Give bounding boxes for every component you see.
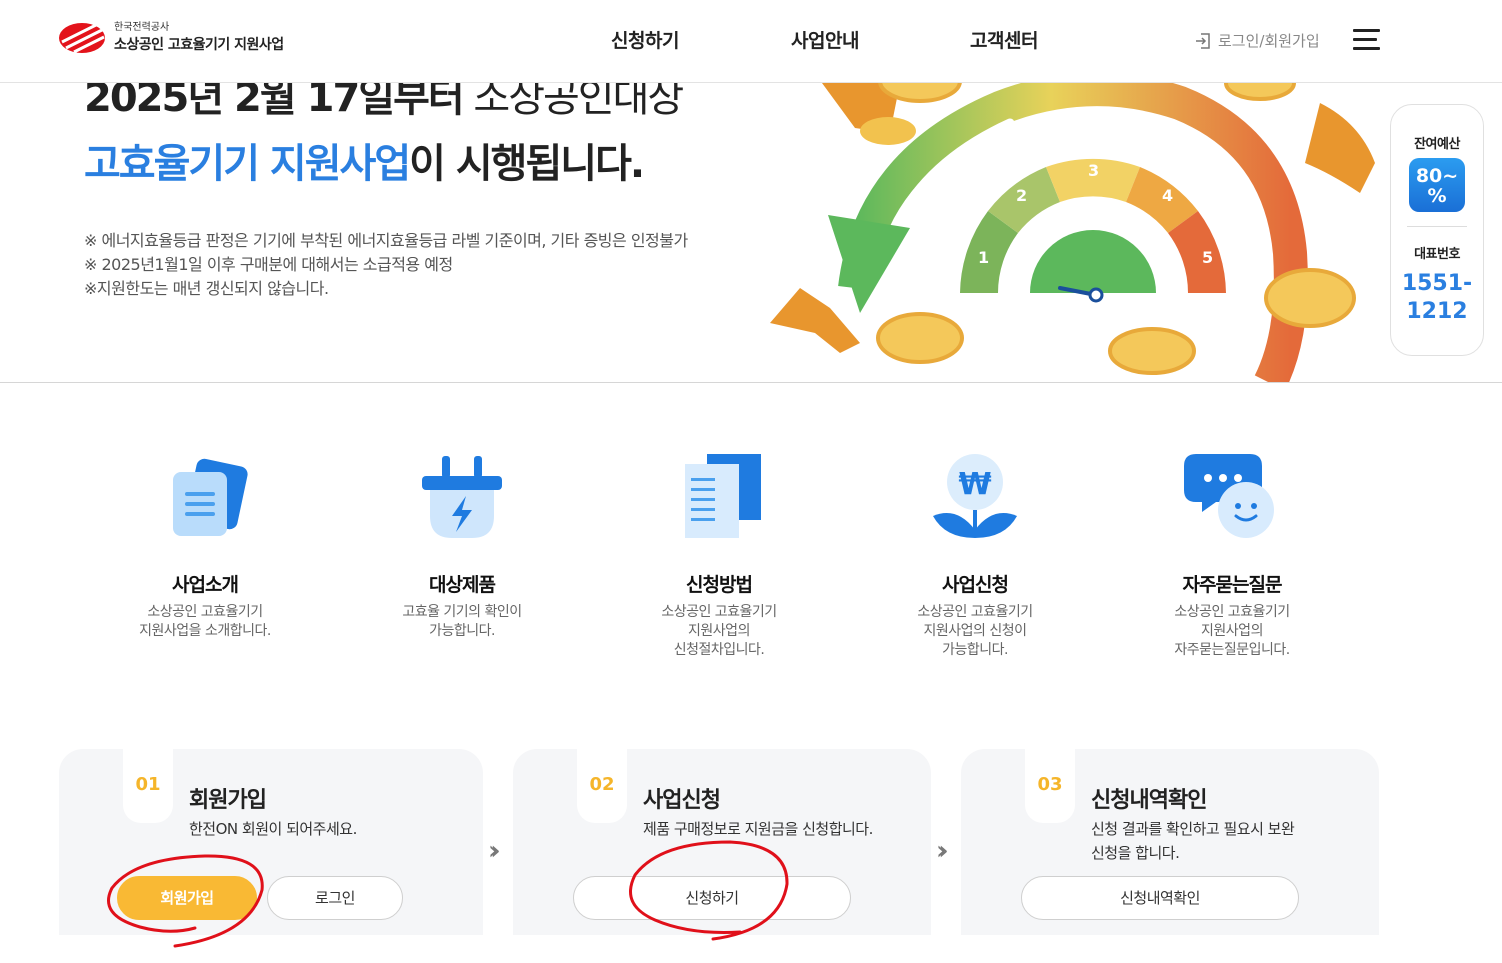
- remaining-budget-badge: 80~ %: [1409, 158, 1465, 212]
- hero-note: ※지원한도는 매년 갱신되지 않습니다.: [84, 279, 329, 298]
- gauge-number: 4: [1162, 186, 1173, 205]
- login-button[interactable]: 로그인: [267, 876, 403, 920]
- nav-business-info[interactable]: 사업안내: [791, 26, 859, 53]
- quick-menu-desc: 고효율 기기의 확인이 가능합니다.: [402, 604, 522, 639]
- hero-notes: ※ 에너지효율등급 판정은 기기에 부착된 에너지효율등급 라벨 기준이며, 기…: [84, 229, 688, 301]
- document-icon: [155, 450, 255, 550]
- login-icon: [1196, 32, 1210, 49]
- quick-menu-target-products[interactable]: 대상제품 고효율 기기의 확인이 가능합니다.: [362, 450, 562, 641]
- menu-hamburger-icon[interactable]: [1353, 29, 1380, 50]
- plug-icon: [412, 450, 512, 550]
- remaining-budget-label: 잔여예산: [1414, 137, 1460, 152]
- quick-menu-business-intro[interactable]: 사업소개 소상공인 고효율기기 지원사업을 소개합니다.: [105, 450, 305, 641]
- gauge-number: 2: [1016, 186, 1027, 205]
- guide-document-icon: [669, 450, 769, 550]
- hero-note: ※ 2025년1월1일 이후 구매분에 대해서는 소급적용 예정: [84, 255, 453, 274]
- login-signup-link[interactable]: 로그인/회원가입: [1194, 30, 1320, 51]
- step-card-check-history: 03 신청내역확인 신청 결과를 확인하고 필요시 보완 신청을 합니다. 신청…: [961, 749, 1379, 935]
- step-title: 신청내역확인: [1091, 788, 1207, 813]
- quick-menu-desc: 소상공인 고효율기기 지원사업의 신청이 가능합니다.: [917, 604, 1033, 658]
- quick-menu-desc: 소상공인 고효율기기 지원사업의 신청절차입니다.: [661, 604, 777, 658]
- step-card-signup: 01 회원가입 한전ON 회원이 되어주세요. 회원가입 로그인: [59, 749, 483, 935]
- quick-menu-faq[interactable]: 자주묻는질문 소상공인 고효율기기 지원사업의 자주묻는질문입니다.: [1132, 450, 1332, 660]
- chevron-double-right-icon: ››: [936, 836, 948, 866]
- step-number: 02: [577, 749, 627, 823]
- chevron-double-right-icon: ››: [488, 836, 500, 866]
- won-sprout-icon: ₩: [925, 450, 1025, 550]
- hero-headline-line2: 고효율기기 지원사업이 시행됩니다.: [84, 141, 645, 187]
- quick-menu-title: 사업신청: [942, 574, 1009, 596]
- chat-bubble-icon: [1182, 450, 1282, 550]
- apply-button[interactable]: 신청하기: [573, 876, 851, 920]
- quick-menu-title: 자주묻는질문: [1182, 574, 1283, 596]
- quick-menu-title: 대상제품: [429, 574, 496, 596]
- step-card-apply: 02 사업신청 제품 구매정보로 지원금을 신청합니다. 신청하기: [513, 749, 931, 935]
- phone-number[interactable]: 1551- 1212: [1391, 270, 1483, 326]
- kepco-logo[interactable]: 한국전력공사 소상공인 고효율기기 지원사업: [58, 22, 284, 54]
- quick-menu-desc: 소상공인 고효율기기 지원사업을 소개합니다.: [139, 604, 271, 639]
- login-signup-label: 로그인/회원가입: [1218, 32, 1320, 50]
- quick-menu-title: 신청방법: [686, 574, 753, 596]
- signup-button[interactable]: 회원가입: [117, 876, 257, 920]
- kepco-logo-icon: [59, 22, 105, 54]
- efficiency-gauge-illustration: 1 2 3 4 5: [770, 83, 1375, 382]
- quick-menu-title: 사업소개: [172, 574, 239, 596]
- svg-text:₩: ₩: [958, 467, 991, 502]
- side-widget-divider: [1407, 226, 1467, 227]
- logo-company-name: 한국전력공사: [114, 22, 170, 33]
- gauge-number: 3: [1088, 161, 1099, 180]
- step-desc: 제품 구매정보로 지원금을 신청합니다.: [643, 820, 873, 838]
- site-header: 한국전력공사 소상공인 고효율기기 지원사업 신청하기 사업안내 고객센터 로그…: [0, 0, 1502, 83]
- gauge-number: 5: [1202, 248, 1213, 267]
- step-title: 사업신청: [643, 788, 721, 813]
- nav-apply[interactable]: 신청하기: [611, 26, 679, 53]
- nav-customer-center[interactable]: 고객센터: [970, 26, 1038, 53]
- hero-headline-line1: 2025년 2월 17일부터 소상공인대상: [84, 83, 684, 121]
- check-history-button[interactable]: 신청내역확인: [1021, 876, 1299, 920]
- step-number: 01: [123, 749, 173, 823]
- step-number: 03: [1025, 749, 1075, 823]
- hero-banner: 2025년 2월 17일부터 소상공인대상 고효율기기 지원사업이 시행됩니다.…: [0, 83, 1502, 383]
- gauge-number: 1: [978, 248, 989, 267]
- hero-note: ※ 에너지효율등급 판정은 기기에 부착된 에너지효율등급 라벨 기준이며, 기…: [84, 231, 688, 250]
- quick-menu-apply-business[interactable]: ₩ 사업신청 소상공인 고효율기기 지원사업의 신청이 가능합니다.: [875, 450, 1075, 660]
- step-desc: 신청 결과를 확인하고 필요시 보완 신청을 합니다.: [1091, 820, 1295, 862]
- step-title: 회원가입: [189, 788, 267, 813]
- step-desc: 한전ON 회원이 되어주세요.: [189, 820, 357, 838]
- quick-menu-how-to-apply[interactable]: 신청방법 소상공인 고효율기기 지원사업의 신청절차입니다.: [619, 450, 819, 660]
- logo-service-name: 소상공인 고효율기기 지원사업: [114, 37, 284, 53]
- side-info-widget: 잔여예산 80~ % 대표번호 1551- 1212: [1390, 104, 1484, 356]
- quick-menu-desc: 소상공인 고효율기기 지원사업의 자주묻는질문입니다.: [1174, 604, 1290, 658]
- phone-label: 대표번호: [1414, 247, 1460, 262]
